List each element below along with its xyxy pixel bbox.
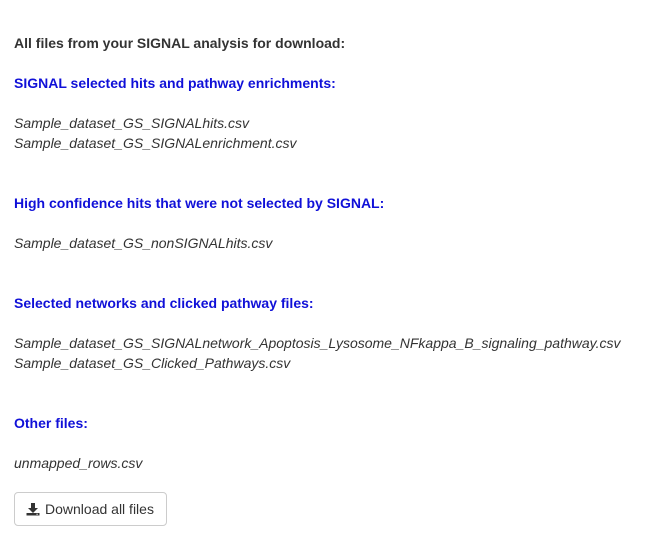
download-icon: [26, 502, 40, 516]
file-list-networks: Sample_dataset_GS_SIGNALnetwork_Apoptosi…: [14, 333, 621, 373]
file-name: Sample_dataset_GS_Clicked_Pathways.csv: [14, 355, 291, 371]
file-name: Sample_dataset_GS_SIGNALnetwork_Apoptosi…: [14, 335, 621, 351]
section-heading-signal-hits: SIGNAL selected hits and pathway enrichm…: [14, 75, 336, 91]
section-heading-non-signal-hits: High confidence hits that were not selec…: [14, 195, 385, 211]
file-list-signal-hits: Sample_dataset_GS_SIGNALhits.csv Sample_…: [14, 113, 296, 153]
file-list-other-files: unmapped_rows.csv: [14, 453, 142, 473]
download-button-label: Download all files: [45, 501, 154, 517]
download-all-files-button[interactable]: Download all files: [14, 492, 167, 526]
file-name: Sample_dataset_GS_SIGNALenrichment.csv: [14, 135, 297, 151]
file-name: unmapped_rows.csv: [14, 455, 143, 471]
intro-text: All files from your SIGNAL analysis for …: [14, 35, 346, 51]
file-list-non-signal-hits: Sample_dataset_GS_nonSIGNALhits.csv: [14, 233, 272, 253]
file-name: Sample_dataset_GS_SIGNALhits.csv: [14, 115, 250, 131]
section-heading-networks: Selected networks and clicked pathway fi…: [14, 295, 314, 311]
section-heading-other-files: Other files:: [14, 415, 88, 431]
file-name: Sample_dataset_GS_nonSIGNALhits.csv: [14, 235, 273, 251]
